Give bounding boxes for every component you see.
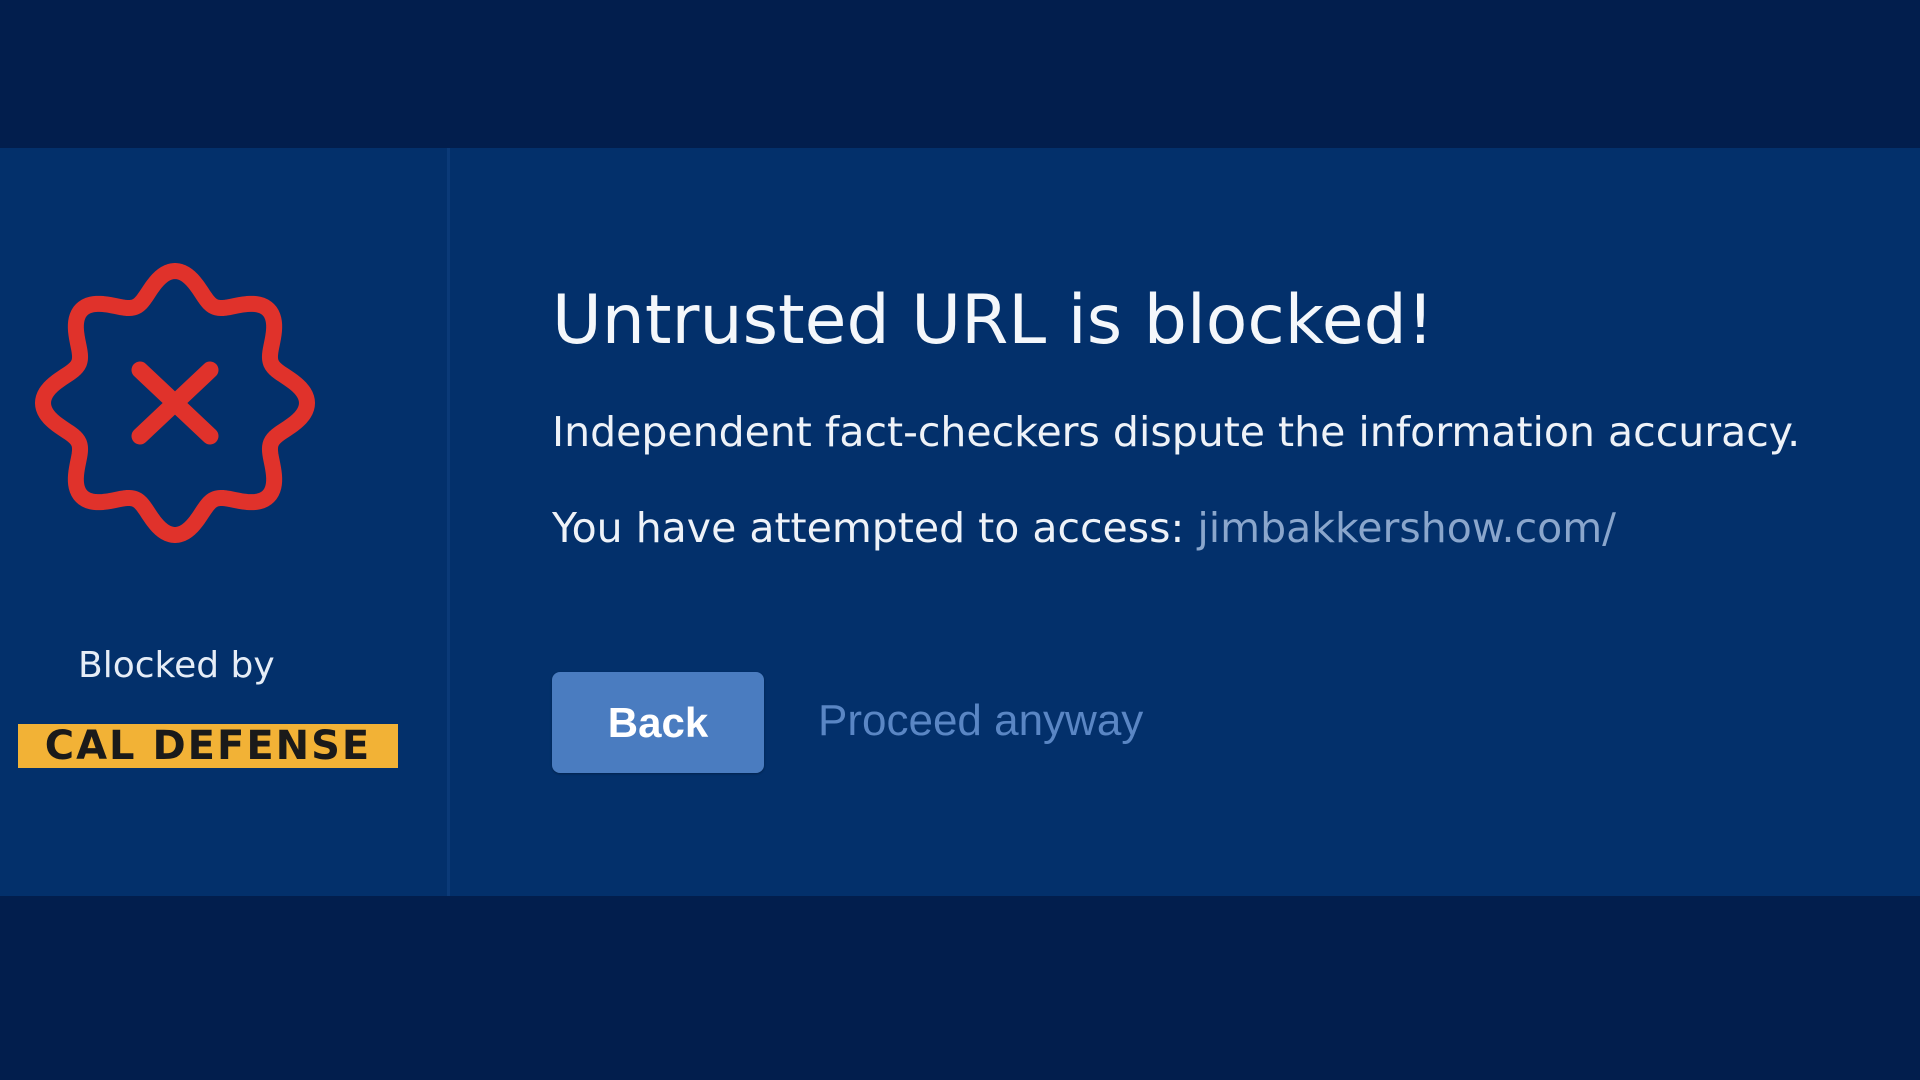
page-title: Untrusted URL is blocked! xyxy=(552,281,1435,360)
notice-content: Untrusted URL is blocked! Independent fa… xyxy=(450,148,1920,896)
blocked-url: jimbakkershow.com/ xyxy=(1197,504,1616,552)
blocked-by-label: Blocked by xyxy=(78,645,275,686)
proceed-anyway-link[interactable]: Proceed anyway xyxy=(818,696,1143,746)
blocked-page: Blocked by CAL DEFENSE Untrusted URL is … xyxy=(0,0,1920,1080)
block-reason: Independent fact-checkers dispute the in… xyxy=(552,408,1801,456)
attempted-access-line: You have attempted to access: jimbakkers… xyxy=(552,504,1616,552)
blocker-sidebar: Blocked by CAL DEFENSE xyxy=(0,148,450,896)
back-button[interactable]: Back xyxy=(552,672,764,773)
block-notice-panel: Blocked by CAL DEFENSE Untrusted URL is … xyxy=(0,148,1920,896)
access-prefix: You have attempted to access: xyxy=(552,504,1185,552)
blocked-badge-x-icon xyxy=(35,263,315,543)
brand-logo: CAL DEFENSE xyxy=(18,724,398,768)
